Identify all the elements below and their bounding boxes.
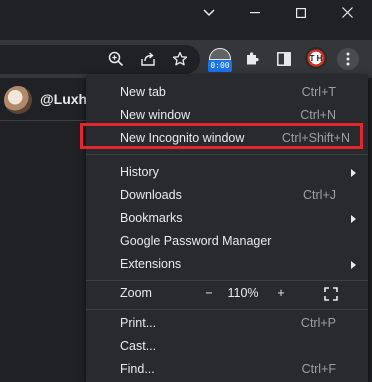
close-button[interactable] xyxy=(324,0,370,25)
menu-item-history[interactable]: History xyxy=(86,161,368,184)
minimize-button[interactable] xyxy=(232,0,278,25)
profile-avatar-button[interactable]: T H xyxy=(305,47,327,69)
menu-item-bookmarks[interactable]: Bookmarks xyxy=(86,207,368,230)
menu-item-label: Print... xyxy=(120,316,157,330)
menu-separator xyxy=(86,309,368,310)
submenu-arrow-icon xyxy=(351,169,356,177)
minimize-icon xyxy=(250,11,260,13)
menu-item-print[interactable]: Print... Ctrl+P xyxy=(86,312,368,335)
menu-item-label: New tab xyxy=(120,85,166,99)
menu-item-label: Bookmarks xyxy=(120,211,183,225)
profile-picture[interactable] xyxy=(4,86,32,114)
menu-item-label: Find... xyxy=(120,362,155,376)
zoom-indicator-button[interactable] xyxy=(105,48,127,70)
bookmark-star-button[interactable] xyxy=(169,48,191,70)
magnifier-zoom-icon xyxy=(108,51,124,67)
chrome-main-menu: New tab Ctrl+T New window Ctrl+N New Inc… xyxy=(86,74,368,382)
share-icon xyxy=(141,52,155,66)
menu-item-label: History xyxy=(120,165,159,179)
side-panel-button[interactable] xyxy=(273,48,295,70)
avatar-initials: T H xyxy=(309,53,323,63)
menu-item-password-manager[interactable]: Google Password Manager xyxy=(86,230,368,253)
title-bar xyxy=(0,0,372,25)
zoom-level: 110% xyxy=(227,286,259,300)
submenu-arrow-icon xyxy=(351,261,356,269)
menu-item-label: Cast... xyxy=(120,339,157,353)
puzzle-icon xyxy=(247,52,259,65)
menu-zoom-row: Zoom − 110% + xyxy=(86,282,368,305)
menu-item-shortcut: Ctrl+F xyxy=(301,362,336,376)
zoom-in-button[interactable]: + xyxy=(274,282,288,305)
menu-item-find[interactable]: Find... Ctrl+F xyxy=(86,358,368,381)
fullscreen-icon[interactable] xyxy=(324,287,338,301)
menu-separator xyxy=(86,280,368,281)
menu-item-shortcut: Ctrl+T xyxy=(301,85,336,99)
close-icon xyxy=(341,7,353,18)
zoom-label: Zoom xyxy=(120,286,152,300)
gauge-icon xyxy=(209,48,231,60)
extension-timer-text: 0:00 xyxy=(208,60,232,72)
menu-item-shortcut: Ctrl+P xyxy=(300,316,336,330)
menu-item-label: Downloads xyxy=(120,188,182,202)
extensions-button[interactable] xyxy=(241,48,263,70)
zoom-out-button[interactable]: − xyxy=(202,282,216,305)
menu-item-downloads[interactable]: Downloads Ctrl+J xyxy=(86,184,368,207)
star-icon xyxy=(172,51,188,66)
share-button[interactable] xyxy=(137,48,159,70)
chevron-down-icon xyxy=(203,8,215,16)
page-username[interactable]: @Luxh xyxy=(40,91,87,107)
side-panel-icon xyxy=(277,52,291,66)
menu-item-label: Google Password Manager xyxy=(120,234,272,248)
menu-separator xyxy=(86,154,368,155)
menu-item-cast[interactable]: Cast... xyxy=(86,335,368,358)
maximize-button[interactable] xyxy=(278,0,324,25)
extension-timer-button[interactable]: 0:00 xyxy=(208,47,232,73)
page-divider xyxy=(0,120,90,121)
menu-item-extensions[interactable]: Extensions xyxy=(86,253,368,276)
submenu-arrow-icon xyxy=(351,215,356,223)
highlight-annotation xyxy=(80,123,363,149)
chrome-menu-button[interactable] xyxy=(337,48,359,70)
more-vertical-icon xyxy=(346,52,350,66)
tab-search-button[interactable] xyxy=(186,0,232,25)
menu-item-label: Extensions xyxy=(120,257,182,271)
menu-item-shortcut: Ctrl+J xyxy=(303,188,336,202)
menu-item-new-tab[interactable]: New tab Ctrl+T xyxy=(86,81,368,104)
maximize-icon xyxy=(296,7,306,18)
